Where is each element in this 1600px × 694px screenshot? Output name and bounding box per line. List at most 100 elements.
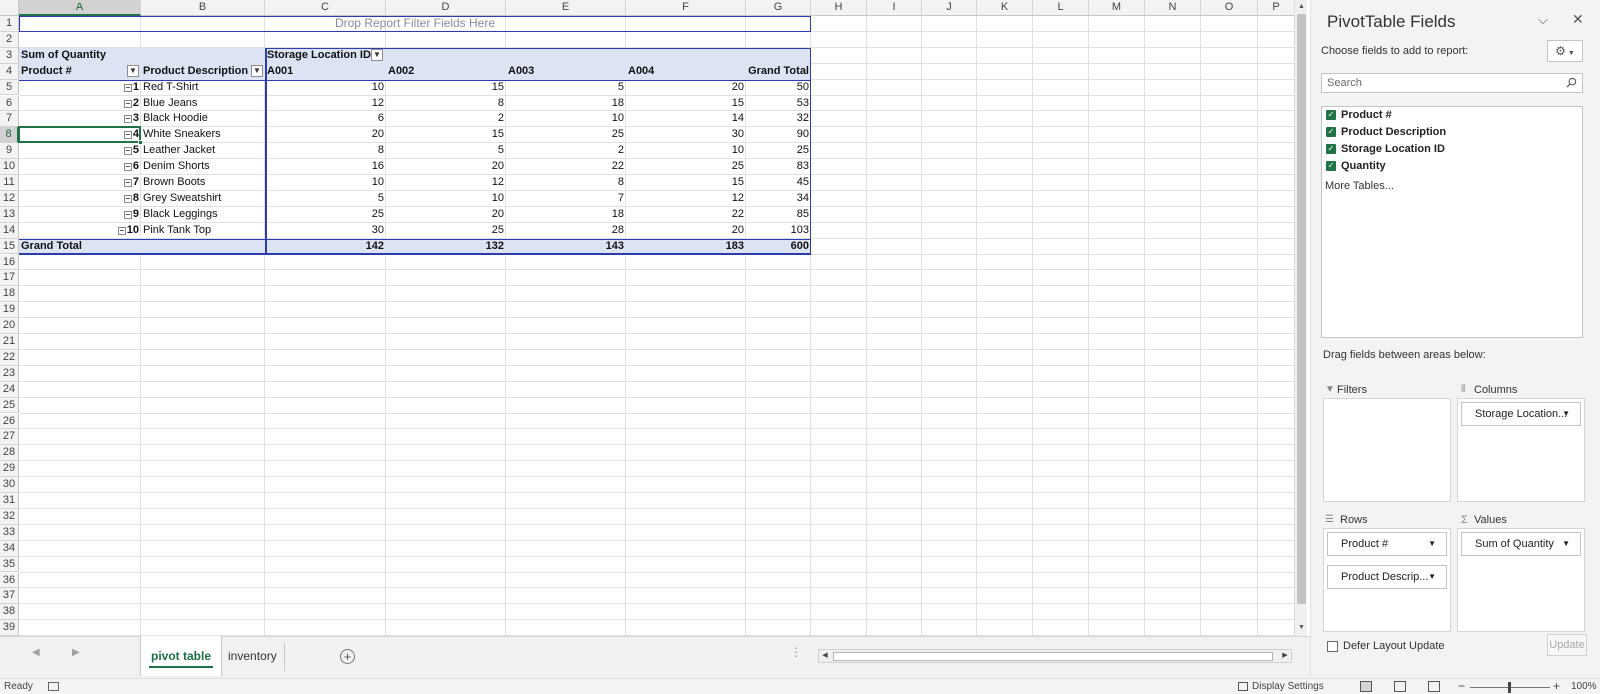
spreadsheet-grid[interactable]: ABCDEFGHIJKLMNOP 1 2 3 4 5 6 7 8 9 10 11 12 13 14 15 16… <box>0 0 1295 636</box>
value-cell[interactable]: 10 <box>386 191 506 206</box>
value-cell[interactable]: 25 <box>265 207 386 222</box>
values-drop-area[interactable]: Sum of Quantity ▼ <box>1457 528 1585 632</box>
row-header[interactable]: 25 <box>0 397 19 414</box>
dropdown-filter-icon[interactable]: ▼ <box>251 65 263 78</box>
zoom-level[interactable]: 100% <box>1571 681 1597 692</box>
chevron-down-icon[interactable]: ▼ <box>1428 533 1436 555</box>
scroll-up-icon[interactable]: ▲ <box>1296 1 1307 13</box>
checkbox-checked-icon[interactable]: ✓ <box>1326 127 1336 137</box>
collapse-icon[interactable]: − <box>123 83 132 92</box>
row-header[interactable]: 30 <box>0 477 19 493</box>
collapse-icon[interactable]: − <box>123 115 132 124</box>
value-cell[interactable]: 10 <box>265 175 386 190</box>
fill-handle[interactable] <box>138 140 143 146</box>
value-cell[interactable]: 45 <box>746 175 811 190</box>
column-header[interactable]: M <box>1089 0 1145 16</box>
chevron-down-icon[interactable]: ▼ <box>1562 533 1570 555</box>
row-header[interactable]: 27 <box>0 429 19 446</box>
value-cell[interactable]: 103 <box>746 223 811 238</box>
row-header[interactable]: 7 <box>0 111 19 128</box>
column-item-header[interactable]: Grand Total <box>746 64 811 79</box>
collapse-icon[interactable]: − <box>123 163 132 172</box>
value-cell[interactable]: 34 <box>746 191 811 206</box>
value-cell[interactable]: 7 <box>506 191 626 206</box>
row-header[interactable]: 35 <box>0 556 19 573</box>
value-cell[interactable]: 90 <box>746 127 811 142</box>
value-cell[interactable]: 53 <box>746 96 811 111</box>
zoom-in-button[interactable]: + <box>1553 679 1560 693</box>
collapse-icon[interactable]: − <box>123 194 132 203</box>
row-header[interactable]: 13 <box>0 206 19 223</box>
rows-field-chip-product-description[interactable]: Product Descrip... ▼ <box>1327 565 1447 589</box>
row-header[interactable]: 31 <box>0 493 19 509</box>
row-header[interactable]: 18 <box>0 286 19 303</box>
collapse-icon[interactable]: − <box>123 210 132 219</box>
product-description-cell[interactable]: White Sneakers <box>141 127 265 142</box>
page-break-view-icon[interactable] <box>1428 681 1440 692</box>
row-header[interactable]: 38 <box>0 604 19 621</box>
column-header[interactable]: I <box>867 0 922 16</box>
value-cell[interactable]: 12 <box>386 175 506 190</box>
value-cell[interactable]: 16 <box>265 159 386 174</box>
column-header[interactable]: D <box>386 0 506 16</box>
row-header[interactable]: 39 <box>0 620 19 636</box>
collapse-icon[interactable]: − <box>123 147 132 156</box>
row-header[interactable]: 22 <box>0 349 19 366</box>
product-description-cell[interactable]: Pink Tank Top <box>141 223 265 238</box>
row-header[interactable]: 4 <box>0 63 19 80</box>
column-header[interactable]: G <box>746 0 811 16</box>
value-cell[interactable]: 50 <box>746 80 811 95</box>
value-cell[interactable]: 25 <box>386 223 506 238</box>
plus-circle-icon[interactable]: + <box>340 649 355 664</box>
row-header[interactable]: 33 <box>0 524 19 541</box>
next-sheet-icon[interactable]: ▶ <box>72 647 80 658</box>
scroll-down-icon[interactable]: ▼ <box>1296 622 1307 634</box>
product-number-cell[interactable]: −1 <box>19 80 141 95</box>
product-description-cell[interactable]: Red T-Shirt <box>141 80 265 95</box>
filters-drop-area[interactable] <box>1323 398 1451 502</box>
value-cell[interactable]: 28 <box>506 223 626 238</box>
value-cell[interactable]: 83 <box>746 159 811 174</box>
column-header[interactable]: N <box>1145 0 1201 16</box>
value-cell[interactable]: 8 <box>386 96 506 111</box>
grand-total-cell[interactable]: 132 <box>386 239 506 254</box>
row-header[interactable]: 11 <box>0 175 19 191</box>
row-header[interactable]: 8 <box>0 127 19 144</box>
value-cell[interactable]: 20 <box>626 80 746 95</box>
value-cell[interactable]: 22 <box>626 207 746 222</box>
value-cell[interactable]: 32 <box>746 111 811 126</box>
product-description-cell[interactable]: Grey Sweatshirt <box>141 191 265 206</box>
product-description-cell[interactable]: Black Hoodie <box>141 111 265 126</box>
close-icon[interactable]: ✕ <box>1572 11 1584 28</box>
column-item-header[interactable]: A004 <box>626 64 746 79</box>
more-tables-link[interactable]: More Tables... <box>1325 180 1394 192</box>
grand-total-cell[interactable]: 183 <box>626 239 746 254</box>
chevron-down-icon[interactable]: ⌵ <box>1538 12 1548 28</box>
values-field-chip[interactable]: Sum of Quantity ▼ <box>1461 532 1581 556</box>
column-header[interactable]: L <box>1033 0 1089 16</box>
value-cell[interactable]: 30 <box>265 223 386 238</box>
row-header[interactable]: 2 <box>0 31 19 48</box>
product-number-cell[interactable]: −6 <box>19 159 141 174</box>
value-cell[interactable]: 20 <box>626 223 746 238</box>
select-all-corner[interactable] <box>0 0 19 16</box>
value-cell[interactable]: 15 <box>626 175 746 190</box>
zoom-slider-knob[interactable] <box>1508 682 1511 693</box>
value-cell[interactable]: 5 <box>386 143 506 158</box>
value-cell[interactable]: 15 <box>386 127 506 142</box>
column-header[interactable]: J <box>922 0 977 16</box>
drop-report-filter-area[interactable]: Drop Report Filter Fields Here <box>19 16 811 32</box>
dropdown-filter-icon[interactable]: ▼ <box>371 49 383 62</box>
row-header[interactable]: 14 <box>0 222 19 239</box>
vertical-scroll-thumb[interactable] <box>1297 14 1306 604</box>
row-header[interactable]: 12 <box>0 190 19 207</box>
value-cell[interactable]: 30 <box>626 127 746 142</box>
chevron-down-icon[interactable]: ▼ <box>1562 403 1570 425</box>
column-header[interactable]: B <box>141 0 265 16</box>
page-layout-view-icon[interactable] <box>1394 681 1406 692</box>
row-header[interactable]: 9 <box>0 143 19 160</box>
row-header[interactable]: 26 <box>0 413 19 430</box>
row-header[interactable]: 20 <box>0 318 19 334</box>
horizontal-scrollbar[interactable]: ◀ ▶ <box>818 649 1292 663</box>
value-cell[interactable]: 10 <box>506 111 626 126</box>
